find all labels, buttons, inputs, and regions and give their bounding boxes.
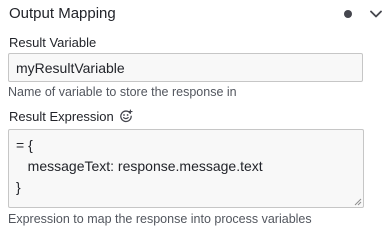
dot-icon: [344, 10, 352, 18]
code-line: }: [16, 179, 21, 195]
section-title: Output Mapping: [9, 5, 116, 22]
result-expression-help: Expression to map the response into proc…: [8, 212, 312, 226]
result-variable-label: Result Variable: [9, 35, 97, 50]
result-variable-input[interactable]: myResultVariable: [8, 53, 363, 82]
output-mapping-header[interactable]: Output Mapping: [0, 0, 389, 30]
result-expression-editor[interactable]: = { messageText: response.message.text }: [8, 129, 364, 208]
chevron-down-icon[interactable]: [367, 5, 385, 23]
code-line: = {: [16, 137, 33, 153]
resize-handle-icon[interactable]: [354, 198, 362, 206]
feel-expression-icon[interactable]: [119, 109, 133, 123]
result-expression-label: Result Expression: [9, 109, 114, 124]
result-variable-help: Name of variable to store the response i…: [8, 85, 237, 99]
code-line: messageText: response.message.text: [16, 158, 263, 174]
